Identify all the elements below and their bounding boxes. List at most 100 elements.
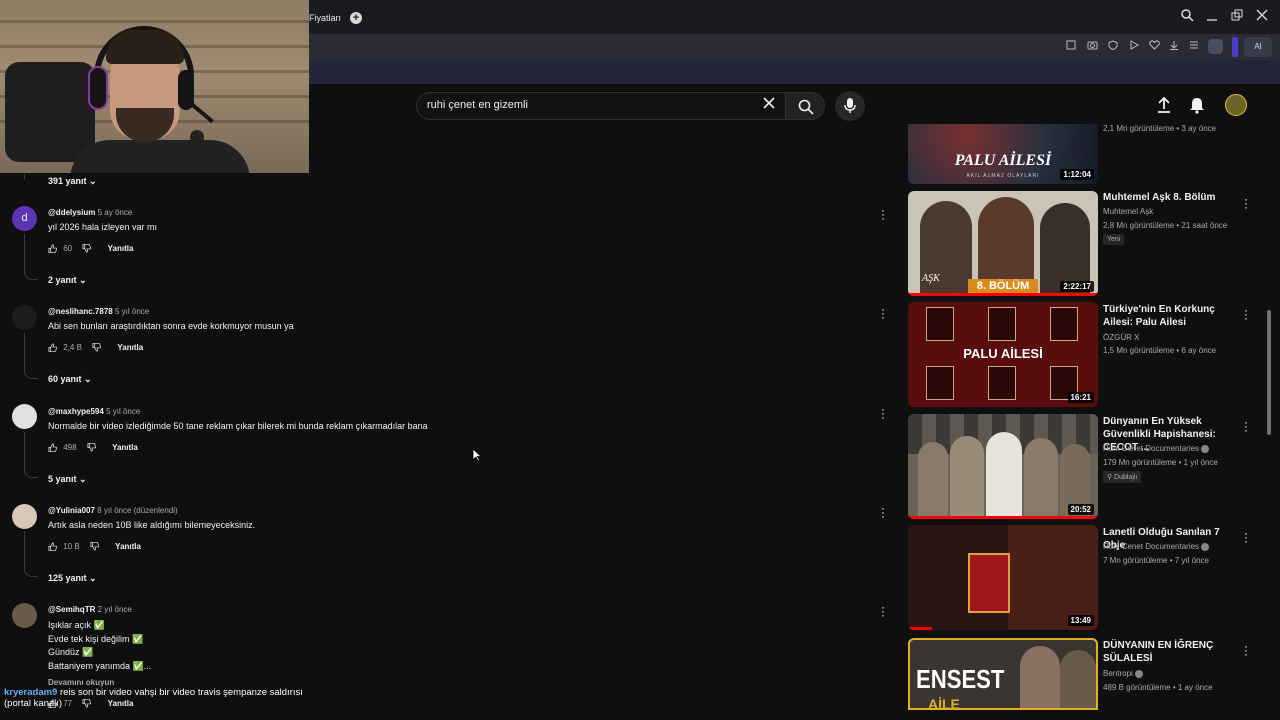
notifications-icon[interactable] (1188, 96, 1206, 114)
replies-toggle[interactable]: 60 yanıt ⌄ (48, 374, 92, 385)
video-item[interactable]: ENSEST AİLE DÜNYANIN EN İĞRENÇ SÜLALESİ … (908, 638, 1268, 710)
dislike-icon[interactable] (92, 343, 102, 352)
video-menu-icon[interactable]: · · · (1244, 304, 1248, 324)
comment-handle[interactable]: @maxhype594 5 yıl önce (48, 407, 140, 416)
watch-progress (908, 516, 1098, 519)
dislike-icon[interactable] (87, 443, 96, 452)
replies-toggle[interactable]: 391 yanıt ⌄ (48, 176, 97, 187)
video-thumbnail[interactable]: PALU AİLESİ AKIL ALMAZ OLAYLARI 1:12:04 (908, 124, 1098, 184)
page-scrollbar[interactable] (1267, 310, 1271, 435)
replies-count: 391 yanıt (48, 176, 87, 186)
dislike-icon[interactable] (82, 244, 92, 253)
video-menu-icon[interactable]: · · · (1244, 527, 1248, 547)
read-more-link[interactable]: Devamını okuyun (48, 678, 114, 687)
close-window-icon[interactable] (1256, 9, 1268, 22)
video-item[interactable]: PALU AİLESİ 16:21 Türkiye'nin En Korkunç… (908, 302, 1268, 407)
video-item[interactable]: 13:49 Lanetli Olduğu Sanılan 7 Obje Ruhi… (908, 525, 1268, 630)
avatar[interactable] (12, 603, 37, 628)
account-avatar[interactable] (1225, 94, 1247, 116)
chevron-down-icon: ⌄ (79, 474, 87, 484)
video-meta: 2,8 Mn görüntüleme • 21 saat önce (1103, 221, 1228, 230)
video-title[interactable]: Muhtemel Aşk 8. Bölüm (1103, 191, 1233, 204)
video-item[interactable]: PALU AİLESİ AKIL ALMAZ OLAYLARI 1:12:04 … (908, 124, 1268, 184)
shield-icon[interactable] (1108, 40, 1118, 50)
comment-menu-icon[interactable]: · · · (881, 403, 885, 423)
voice-search-button[interactable] (835, 91, 865, 121)
comment-actions: 10 B Yanıtla (48, 542, 141, 552)
chat-username: kryeradam9 (4, 687, 58, 698)
channel-name[interactable]: Muhtemel Aşk (1103, 207, 1153, 216)
comment-handle[interactable]: @Yulinia007 8 yıl önce (düzenlendi) (48, 506, 178, 515)
comment-handle[interactable]: @neslihanc.7878 5 yıl önce (48, 307, 149, 316)
comment-handle[interactable]: @ddelysium 5 ay önce (48, 208, 132, 217)
reply-button[interactable]: Yanıtla (108, 244, 134, 253)
edit-icon[interactable] (1066, 40, 1076, 50)
thumbnail-title: 8. BÖLÜM (968, 279, 1038, 294)
video-menu-icon[interactable]: · · · (1244, 640, 1248, 660)
download-icon[interactable] (1169, 40, 1179, 50)
chat-overlay: kryeradam9 reis son bir video vahşi bir … (4, 687, 303, 709)
browser-search-icon[interactable] (1181, 9, 1194, 22)
avatar[interactable] (12, 504, 37, 529)
comment-text-line: Battaniyem yanımda ✅... (48, 661, 152, 671)
reply-button[interactable]: Yanıtla (117, 343, 143, 352)
chevron-down-icon: ⌄ (89, 176, 97, 186)
video-title[interactable]: Türkiye'nin En Korkunç Ailesi: Palu Aile… (1103, 303, 1233, 329)
comment-menu-icon[interactable]: · · · (881, 601, 885, 621)
avatar[interactable] (12, 305, 37, 330)
video-menu-icon[interactable]: · · · (1244, 416, 1248, 436)
replies-count: 5 yanıt (48, 474, 77, 484)
search-icon (798, 99, 814, 115)
camera-icon[interactable] (1087, 40, 1098, 50)
ai-button[interactable]: AI (1244, 37, 1272, 57)
channel-name[interactable]: Ruhi Cenet Documentaries (1103, 444, 1210, 453)
search-button[interactable] (785, 92, 825, 120)
video-thumbnail[interactable]: AŞK 8. BÖLÜM 2:22:17 (908, 191, 1098, 296)
channel-name[interactable]: Ruhi Cenet Documentaries (1103, 542, 1210, 551)
like-icon[interactable] (48, 443, 57, 453)
comment-menu-icon[interactable]: · · · (881, 204, 885, 224)
clear-search-icon[interactable] (762, 96, 776, 110)
avatar[interactable]: d (12, 206, 37, 231)
channel-name[interactable]: Bentropi (1103, 669, 1143, 678)
like-icon[interactable] (48, 343, 57, 353)
video-meta: 489 B görüntüleme • 1 ay önce (1103, 683, 1213, 692)
thumbnail-logo: AŞK (922, 273, 940, 284)
channel-name[interactable]: ÖZGÜR X (1103, 333, 1139, 342)
video-title[interactable]: DÜNYANIN EN İĞRENÇ SÜLALESİ (1103, 639, 1233, 665)
video-menu-icon[interactable]: · · · (1244, 193, 1248, 213)
video-thumbnail[interactable]: 13:49 (908, 525, 1098, 630)
replies-toggle[interactable]: 125 yanıt ⌄ (48, 573, 97, 584)
video-duration: 13:49 (1067, 615, 1094, 626)
dislike-icon[interactable] (90, 542, 99, 551)
video-thumbnail[interactable]: 20:52 (908, 414, 1098, 519)
chat-message-line2: (portal kanalı) (4, 698, 63, 709)
browser-tab[interactable]: Fiyatları (309, 13, 341, 23)
new-tab-icon[interactable]: + (350, 12, 362, 24)
microphone-icon (844, 98, 856, 113)
upload-icon[interactable] (1155, 96, 1173, 114)
reply-button[interactable]: Yanıtla (115, 542, 141, 551)
comment-menu-icon[interactable]: · · · (881, 502, 885, 522)
video-item[interactable]: AŞK 8. BÖLÜM 2:22:17 Muhtemel Aşk 8. Böl… (908, 191, 1268, 296)
like-count: 2,4 B (63, 343, 82, 352)
profile-icon[interactable] (1208, 39, 1223, 54)
heart-icon[interactable] (1149, 40, 1160, 50)
comment-handle[interactable]: @SemihqTR 2 yıl önce (48, 605, 132, 614)
like-icon[interactable] (48, 542, 57, 552)
video-item[interactable]: 20:52 Dünyanın En Yüksek Güvenlikli Hapi… (908, 414, 1268, 519)
avatar[interactable] (12, 404, 37, 429)
replies-toggle[interactable]: 2 yanıt ⌄ (48, 275, 87, 286)
comment-menu-icon[interactable]: · · · (881, 303, 885, 323)
like-icon[interactable] (48, 244, 57, 254)
video-thumbnail[interactable]: ENSEST AİLE (908, 638, 1098, 710)
like-count: 60 (63, 244, 73, 253)
minimize-icon[interactable] (1206, 9, 1218, 22)
video-meta: 7 Mn görüntüleme • 7 yıl önce (1103, 556, 1209, 565)
play-icon[interactable] (1129, 40, 1139, 50)
reply-button[interactable]: Yanıtla (112, 443, 138, 452)
menu-icon[interactable] (1189, 40, 1199, 50)
video-thumbnail[interactable]: PALU AİLESİ 16:21 (908, 302, 1098, 407)
restore-icon[interactable] (1231, 9, 1243, 22)
replies-toggle[interactable]: 5 yanıt ⌄ (48, 474, 87, 485)
